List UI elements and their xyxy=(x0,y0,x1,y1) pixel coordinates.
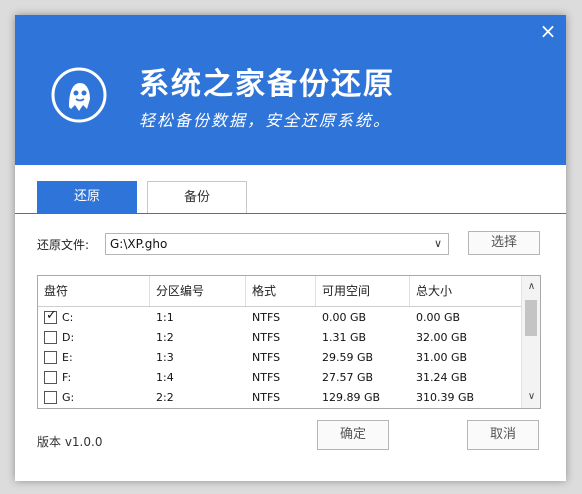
partition-format: NTFS xyxy=(252,371,281,384)
scroll-thumb[interactable] xyxy=(525,300,537,336)
table-scrollbar[interactable]: ∧ ∨ xyxy=(521,276,540,408)
free-space: 0.00 GB xyxy=(322,311,367,324)
cancel-button[interactable]: 取消 xyxy=(467,420,539,450)
total-size: 31.24 GB xyxy=(416,371,468,384)
ghost-logo-icon xyxy=(51,67,107,123)
restore-file-select[interactable]: G:\XP.gho ∨ xyxy=(105,233,449,255)
column-header-total-size[interactable]: 总大小 xyxy=(410,276,521,306)
total-size: 0.00 GB xyxy=(416,311,461,324)
table-row[interactable]: F: 1:4 NTFS 27.57 GB 31.24 GB xyxy=(38,368,521,388)
drive-letter: F: xyxy=(62,371,72,384)
free-space: 129.89 GB xyxy=(322,391,381,404)
partition-number: 2:2 xyxy=(156,391,174,404)
column-header-free-space[interactable]: 可用空间 xyxy=(316,276,410,306)
column-header-partition[interactable]: 分区编号 xyxy=(150,276,246,306)
app-subtitle: 轻松备份数据，安全还原系统。 xyxy=(139,111,392,130)
scroll-up-icon[interactable]: ∧ xyxy=(522,278,540,296)
free-space: 29.59 GB xyxy=(322,351,374,364)
chevron-down-icon[interactable]: ∨ xyxy=(434,234,442,254)
drive-letter: C: xyxy=(62,311,74,324)
drive-letter: G: xyxy=(62,391,75,404)
scroll-down-icon[interactable]: ∨ xyxy=(522,388,540,406)
table-row[interactable]: ✓ C: 1:1 NTFS 0.00 GB 0.00 GB xyxy=(38,308,521,328)
free-space: 27.57 GB xyxy=(322,371,374,384)
confirm-button[interactable]: 确定 xyxy=(317,420,389,450)
total-size: 31.00 GB xyxy=(416,351,468,364)
partition-number: 1:2 xyxy=(156,331,174,344)
close-button[interactable]: × xyxy=(538,21,558,41)
total-size: 310.39 GB xyxy=(416,391,475,404)
total-size: 32.00 GB xyxy=(416,331,468,344)
partition-format: NTFS xyxy=(252,331,281,344)
tab-restore[interactable]: 还原 xyxy=(37,181,137,213)
partition-format: NTFS xyxy=(252,351,281,364)
partition-number: 1:4 xyxy=(156,371,174,384)
tab-backup[interactable]: 备份 xyxy=(147,181,247,213)
column-header-drive[interactable]: 盘符 xyxy=(38,276,150,306)
partition-format: NTFS xyxy=(252,311,281,324)
partition-number: 1:1 xyxy=(156,311,174,324)
partition-format: NTFS xyxy=(252,391,281,404)
table-row[interactable]: E: 1:3 NTFS 29.59 GB 31.00 GB xyxy=(38,348,521,368)
restore-file-row: 还原文件: G:\XP.gho ∨ 选择 xyxy=(37,231,547,257)
restore-file-value: G:\XP.gho xyxy=(110,237,168,251)
tab-bar: 还原 备份 xyxy=(15,181,566,214)
column-header-format[interactable]: 格式 xyxy=(246,276,316,306)
restore-file-label: 还原文件: xyxy=(37,238,90,252)
free-space: 1.31 GB xyxy=(322,331,367,344)
app-title: 系统之家备份还原 xyxy=(139,67,395,102)
table-row[interactable]: G: 2:2 NTFS 129.89 GB 310.39 GB xyxy=(38,388,521,408)
drive-letter: D: xyxy=(62,331,75,344)
browse-button[interactable]: 选择 xyxy=(468,231,540,255)
app-window: × 系统之家备份还原 轻松备份数据，安全还原系统。 还原 备份 还原文件: G:… xyxy=(15,15,566,481)
table-row[interactable]: D: 1:2 NTFS 1.31 GB 32.00 GB xyxy=(38,328,521,348)
partition-number: 1:3 xyxy=(156,351,174,364)
partition-table: 盘符 分区编号 格式 可用空间 总大小 ✓ C: 1:1 NTFS 0.00 G… xyxy=(37,275,541,409)
version-label: 版本 v1.0.0 xyxy=(37,435,103,449)
header-banner: × 系统之家备份还原 轻松备份数据，安全还原系统。 xyxy=(15,15,566,165)
drive-letter: E: xyxy=(62,351,73,364)
table-header: 盘符 分区编号 格式 可用空间 总大小 xyxy=(38,276,521,307)
